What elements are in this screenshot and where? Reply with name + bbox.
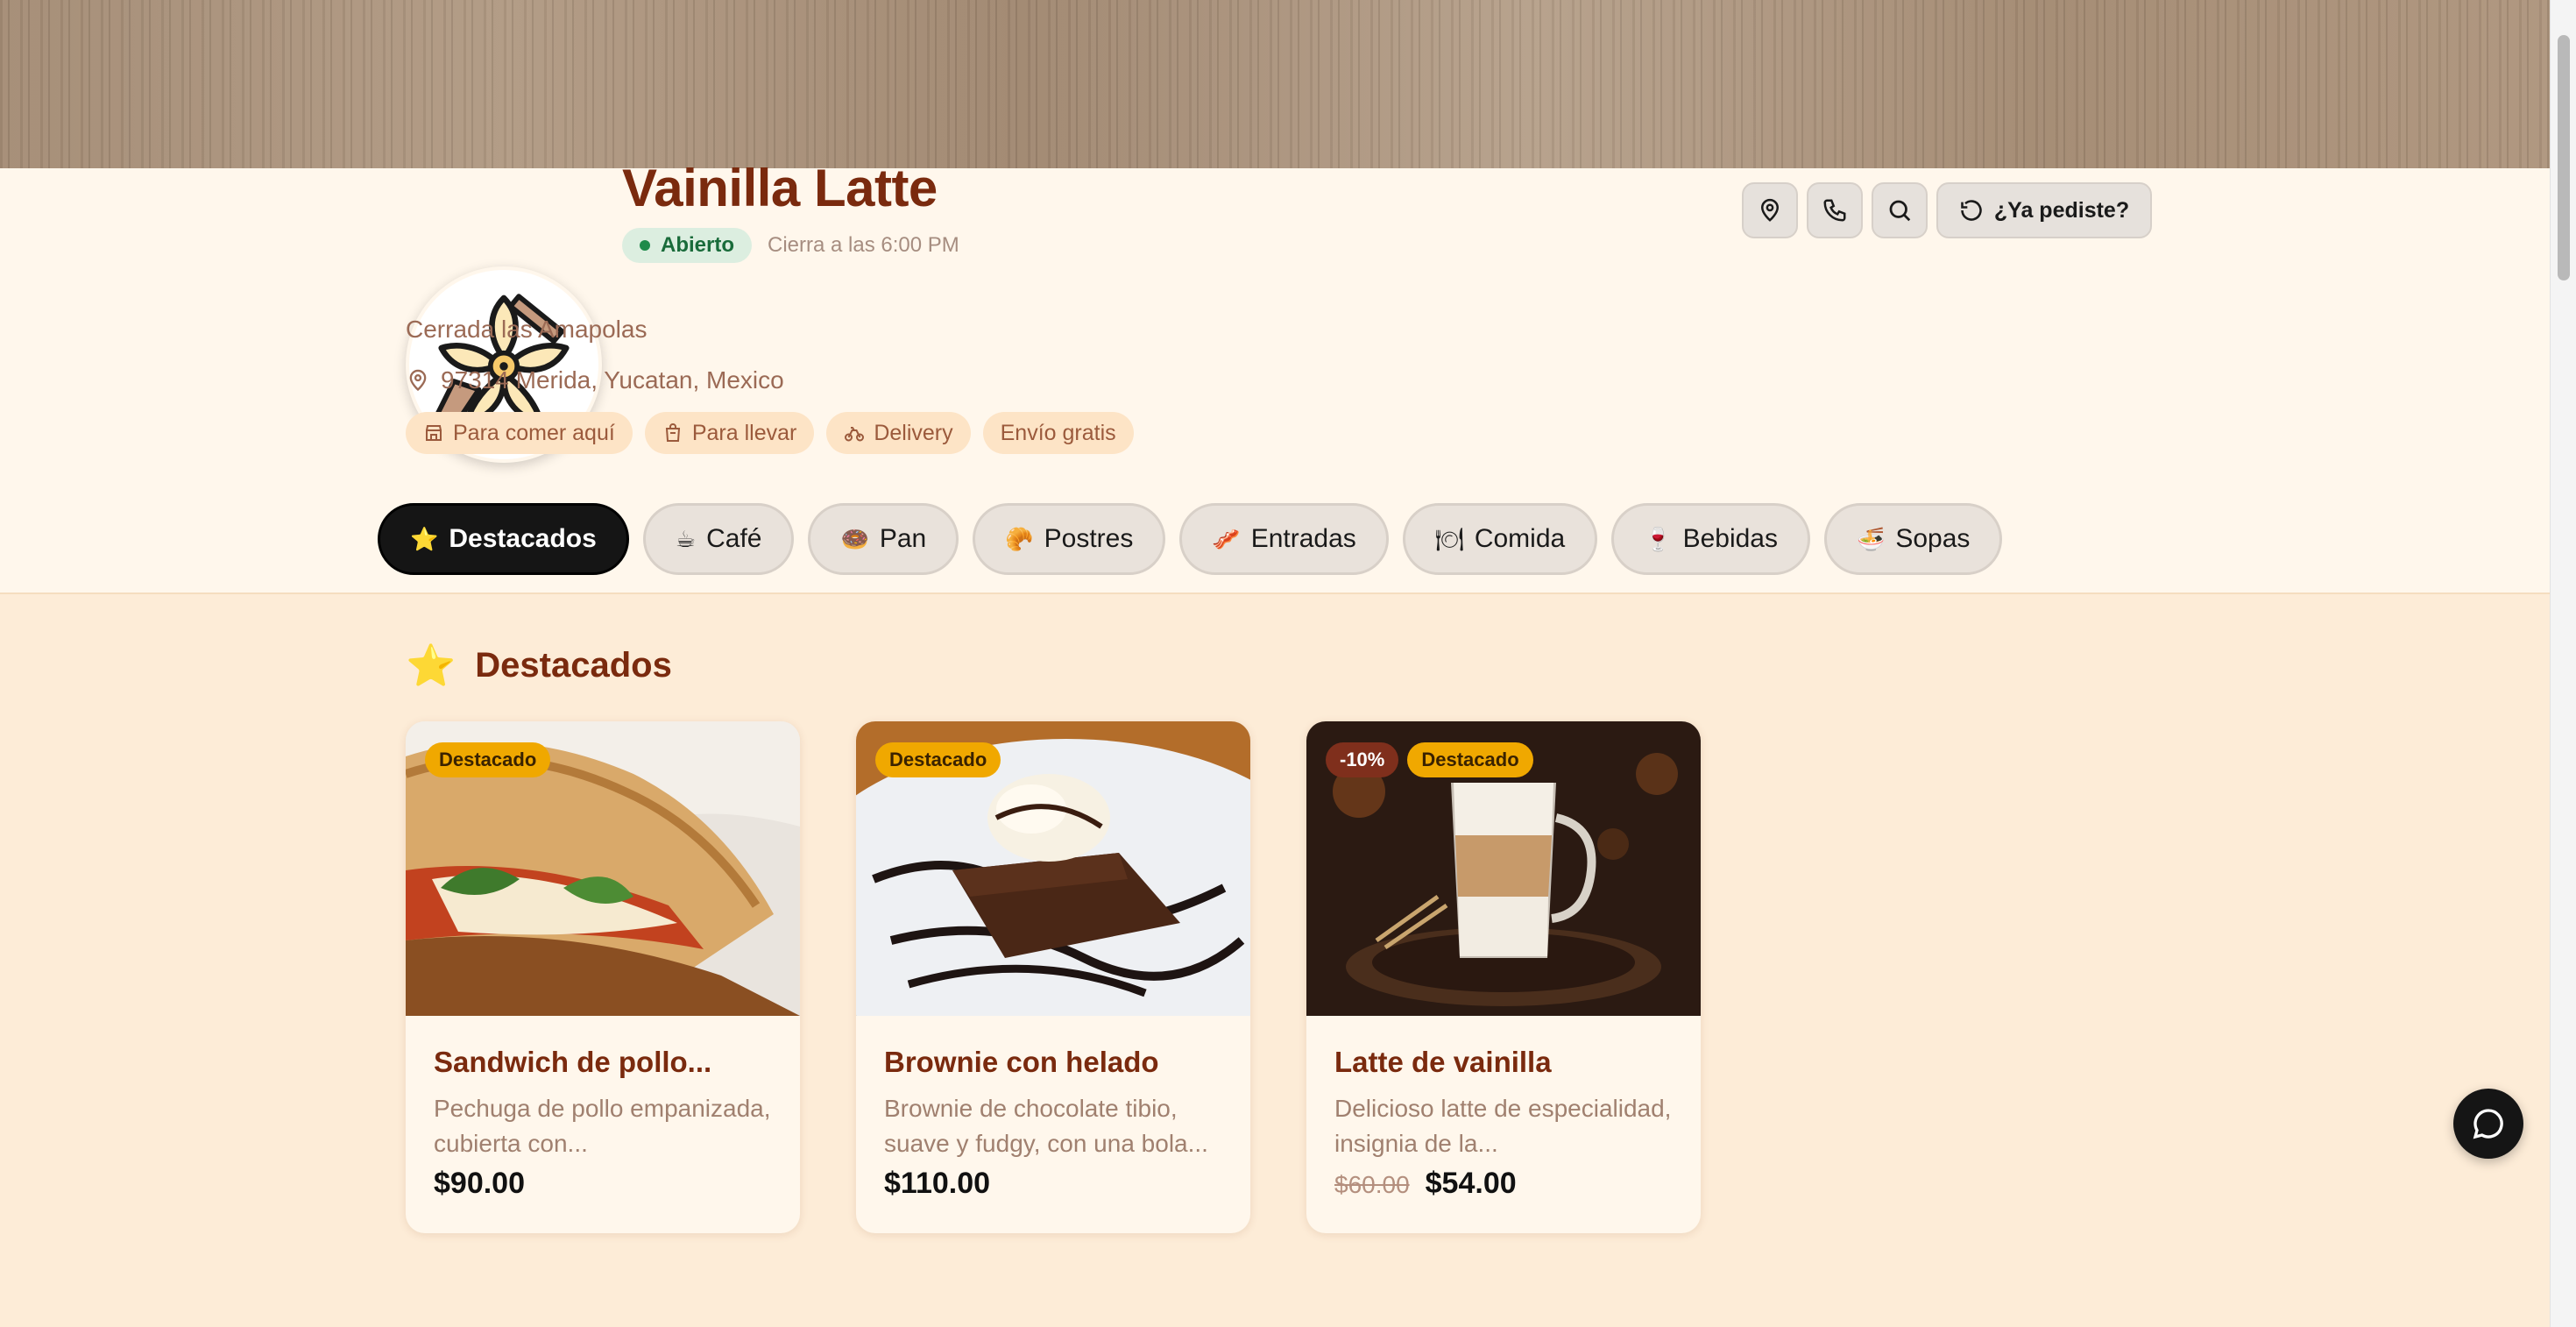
section-title: Destacados: [475, 645, 672, 685]
page-scrollbar[interactable]: [2550, 0, 2576, 1327]
product-description: Delicioso latte de especialidad, insigni…: [1334, 1095, 1672, 1157]
tab-entradas[interactable]: 🥓 Entradas: [1179, 503, 1389, 575]
service-options: Para comer aquí Para llevar Delivery Env…: [406, 412, 1134, 454]
product-card[interactable]: -10% Destacado Latte de vainilla Delicio…: [1306, 721, 1701, 1233]
service-takeaway: Para llevar: [644, 412, 815, 454]
chat-bubble-icon: [2473, 1109, 2503, 1139]
donut-icon: 🍩: [840, 526, 869, 552]
coffee-icon: ☕: [675, 526, 697, 552]
category-tabs: ⭐ Destacados ☕ Café 🍩 Pan 🥐 Postres 🥓 En…: [378, 503, 2003, 575]
bike-icon: [845, 427, 865, 442]
tab-label: Entradas: [1250, 524, 1356, 553]
product-title: Latte de vainilla: [1334, 1046, 1552, 1078]
cover-banner: [0, 0, 2550, 168]
tab-label: Pan: [879, 524, 927, 553]
product-price: $110.00: [884, 1167, 991, 1200]
service-label: Delivery: [874, 420, 953, 445]
reorder-label: ¿Ya pediste?: [1993, 197, 2130, 223]
tab-cafe[interactable]: ☕ Café: [642, 503, 795, 575]
address-street: Cerrada las Amapolas: [406, 316, 648, 343]
open-status-label: Abierto: [661, 233, 734, 257]
history-icon: [1961, 200, 1982, 221]
chat-button[interactable]: [2453, 1089, 2523, 1159]
tab-label: Postres: [1044, 524, 1134, 553]
scrollbar-thumb[interactable]: [2558, 35, 2570, 280]
search-button[interactable]: [1872, 182, 1928, 238]
featured-badge: Destacado: [425, 742, 551, 777]
service-label: Para comer aquí: [453, 420, 615, 445]
service-free-shipping: Envío gratis: [982, 412, 1134, 454]
tab-pan[interactable]: 🍩 Pan: [808, 503, 959, 575]
section-heading: ⭐ Destacados: [406, 645, 672, 685]
product-image: Destacado: [856, 721, 1250, 1016]
product-title: Brownie con helado: [884, 1046, 1159, 1078]
product-description: Pechuga de pollo empanizada, cubierta co…: [434, 1095, 771, 1157]
tab-label: Comida: [1474, 524, 1566, 553]
open-status-badge: Abierto: [622, 228, 752, 263]
product-image: Destacado: [406, 721, 800, 1016]
service-dine-in: Para comer aquí: [406, 412, 633, 454]
product-image: -10% Destacado: [1306, 721, 1701, 1016]
tab-label: Sopas: [1895, 524, 1971, 553]
address-city[interactable]: 97314 Merida, Yucatan, Mexico: [406, 366, 784, 394]
product-price: $54.00: [1425, 1167, 1517, 1200]
featured-badge: Destacado: [1407, 742, 1533, 777]
service-label: Para llevar: [691, 420, 797, 445]
product-description: Brownie de chocolate tibio, suave y fudg…: [884, 1095, 1208, 1157]
service-label: Envío gratis: [1000, 420, 1116, 445]
map-pin-icon: [409, 369, 427, 392]
phone-icon: [1823, 199, 1846, 222]
product-title: Sandwich de pollo...: [434, 1046, 712, 1078]
plate-icon: 🍽: [1434, 526, 1464, 552]
tab-postres[interactable]: 🥐 Postres: [973, 503, 1166, 575]
wine-glass-icon: 🍷: [1644, 526, 1673, 552]
reorder-button[interactable]: ¿Ya pediste?: [1936, 182, 2152, 238]
tab-sopas[interactable]: 🍜 Sopas: [1823, 503, 2003, 575]
discount-badge: -10%: [1326, 742, 1399, 777]
store-icon: [426, 425, 442, 441]
address-city-label: 97314 Merida, Yucatan, Mexico: [441, 366, 784, 394]
tab-label: Destacados: [449, 524, 597, 553]
soup-bowl-icon: 🍜: [1856, 526, 1886, 552]
map-pin-icon: [1760, 198, 1780, 222]
product-price: $90.00: [434, 1167, 525, 1200]
bag-icon: [665, 423, 680, 442]
phone-button[interactable]: [1807, 182, 1863, 238]
star-icon: ⭐: [406, 642, 456, 688]
featured-badge: Destacado: [875, 742, 1001, 777]
product-grid: Destacado Sandwich de pollo... Pechuga d…: [406, 721, 1701, 1233]
store-name: Vainilla Latte: [622, 159, 938, 217]
location-button[interactable]: [1742, 182, 1798, 238]
tab-label: Bebidas: [1682, 524, 1778, 553]
tab-label: Café: [706, 524, 762, 553]
tab-bebidas[interactable]: 🍷 Bebidas: [1611, 503, 1810, 575]
tab-destacados[interactable]: ⭐ Destacados: [378, 503, 629, 575]
header-actions: ¿Ya pediste?: [1742, 182, 2152, 238]
product-card[interactable]: Destacado Sandwich de pollo... Pechuga d…: [406, 721, 800, 1233]
product-card[interactable]: Destacado Brownie con helado Brownie de …: [856, 721, 1250, 1233]
croissant-icon: 🥐: [1005, 526, 1034, 552]
status-dot-icon: [640, 240, 650, 251]
search-icon: [1889, 200, 1911, 222]
tab-comida[interactable]: 🍽 Comida: [1402, 503, 1598, 575]
bacon-icon: 🥓: [1212, 526, 1241, 552]
product-old-price: $60.00: [1334, 1171, 1410, 1198]
service-delivery: Delivery: [826, 412, 971, 454]
closing-time: Cierra a las 6:00 PM: [768, 233, 959, 257]
star-icon: ⭐: [410, 526, 439, 552]
